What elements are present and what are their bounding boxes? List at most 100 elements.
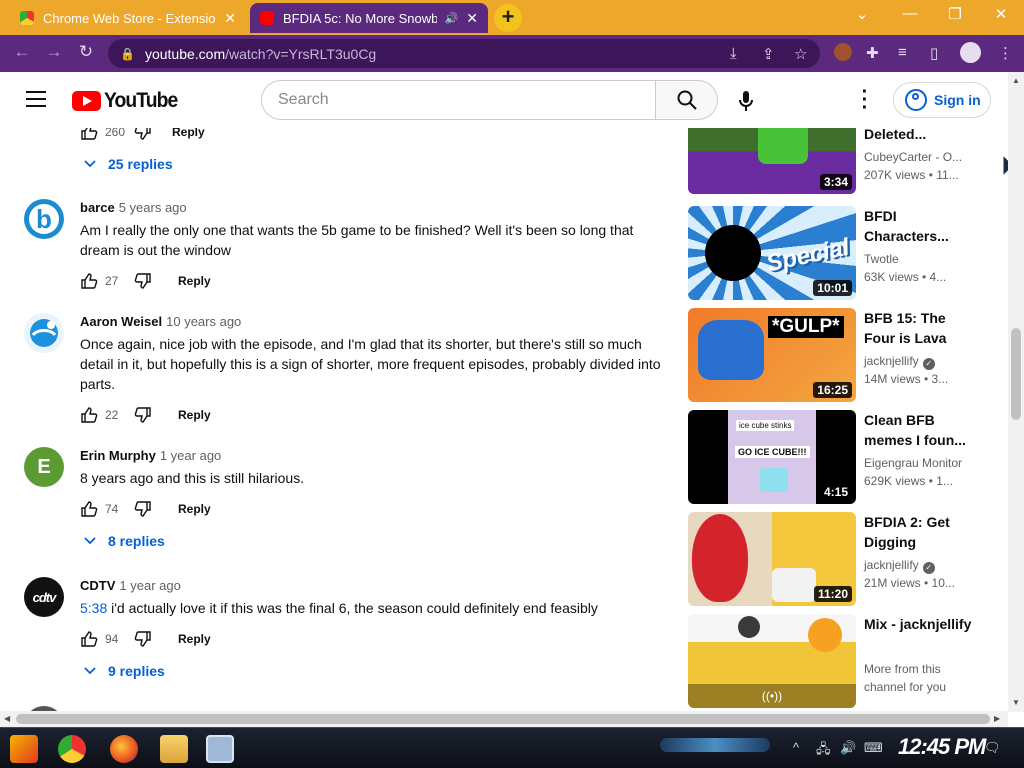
comment-time[interactable]: 1 year ago xyxy=(119,578,180,593)
video-title[interactable]: BFDIA 2: Get Digging xyxy=(864,512,974,552)
scroll-down-arrow-icon[interactable]: ▼ xyxy=(1012,698,1020,707)
reply-button[interactable]: Reply xyxy=(178,632,211,646)
profile-icon[interactable] xyxy=(960,42,981,63)
view-replies-button[interactable]: 8 replies xyxy=(84,533,165,549)
bookmark-star-icon[interactable]: ☆ xyxy=(794,45,807,63)
dislike-icon[interactable] xyxy=(134,500,152,518)
video-thumbnail[interactable]: 3:34 xyxy=(688,128,856,194)
forward-button[interactable]: → xyxy=(42,42,66,62)
related-video[interactable]: Special 10:01 BFDI Characters... Twotle … xyxy=(688,206,998,300)
reply-button[interactable]: Reply xyxy=(178,502,211,516)
video-title[interactable]: Clean BFB memes I foun... xyxy=(864,410,974,450)
like-icon[interactable] xyxy=(80,630,98,648)
control-panel-icon[interactable] xyxy=(206,735,234,763)
like-icon[interactable] xyxy=(80,272,98,290)
video-thumbnail[interactable]: 11:20 xyxy=(688,512,856,606)
channel-name[interactable]: jacknjellify ✓ xyxy=(864,354,935,370)
chrome-menu-icon[interactable]: ⋮ xyxy=(998,44,1013,62)
vertical-scrollbar[interactable]: ▲ ▼ xyxy=(1008,72,1024,712)
related-video[interactable]: 11:20 BFDIA 2: Get Digging jacknjellify ✓… xyxy=(688,512,998,606)
extension-avatar-icon[interactable] xyxy=(834,43,852,61)
reply-button[interactable]: Reply xyxy=(172,128,205,139)
side-panel-icon[interactable]: ▯ xyxy=(930,44,938,62)
comment-time[interactable]: 5 years ago xyxy=(119,200,187,215)
video-title[interactable]: Mix - jacknjellify xyxy=(864,614,974,634)
tab-chrome-web-store[interactable]: Chrome Web Store - Extensions ✕ xyxy=(10,3,246,33)
reply-button[interactable]: Reply xyxy=(178,408,211,422)
start-button[interactable] xyxy=(10,735,38,763)
scrollbar-thumb[interactable] xyxy=(16,714,990,724)
guide-menu-icon[interactable] xyxy=(26,91,46,112)
voice-search-icon[interactable] xyxy=(736,90,756,112)
video-thumbnail[interactable]: Special 10:01 xyxy=(688,206,856,300)
video-title[interactable]: BFDI Characters... xyxy=(864,206,974,246)
address-bar[interactable]: 🔒 youtube.com/watch?v=YrsRLT3u0Cg ⤓ ⇪ ☆ xyxy=(108,39,820,68)
firefox-taskbar-icon[interactable] xyxy=(110,735,138,763)
like-icon[interactable] xyxy=(80,406,98,424)
network-icon[interactable]: 🖧 xyxy=(816,740,831,762)
comment-author[interactable]: CDTV xyxy=(80,578,115,593)
avatar[interactable]: b xyxy=(24,199,64,239)
comment-author[interactable]: Aaron Weisel xyxy=(80,314,162,329)
dislike-icon[interactable] xyxy=(134,128,152,141)
view-replies-button[interactable]: 25 replies xyxy=(84,156,173,172)
extensions-puzzle-icon[interactable]: ✚ xyxy=(866,44,879,62)
tab-search-chevron-icon[interactable]: ⌄ xyxy=(842,5,882,23)
youtube-logo[interactable]: YouTube xyxy=(72,89,184,113)
comment-time[interactable]: 10 years ago xyxy=(166,314,241,329)
avatar[interactable]: cdtv xyxy=(24,577,64,617)
channel-name[interactable]: CubeyCarter - O... xyxy=(864,150,962,164)
scroll-right-arrow-icon[interactable]: ▶ xyxy=(994,714,1000,723)
dislike-icon[interactable] xyxy=(134,406,152,424)
speaker-icon[interactable]: 🔊 xyxy=(445,12,459,25)
media-controls-icon[interactable]: ≡ xyxy=(898,44,907,61)
search-input[interactable]: Search xyxy=(261,80,657,120)
video-thumbnail[interactable]: ((•)) xyxy=(688,614,856,708)
video-thumbnail[interactable]: *GULP* 16:25 xyxy=(688,308,856,402)
keyboard-icon[interactable]: ⌨ xyxy=(864,740,883,756)
share-icon[interactable]: ⇪ xyxy=(762,45,775,63)
related-video[interactable]: ice cube stinks GO ICE CUBE!!! 4:15 Clea… xyxy=(688,410,998,504)
comment-author[interactable]: Erin Murphy xyxy=(80,448,156,463)
chrome-taskbar-icon[interactable] xyxy=(58,735,86,763)
file-explorer-icon[interactable] xyxy=(160,735,188,763)
minimize-button[interactable]: — xyxy=(890,5,930,22)
channel-name[interactable]: jacknjellify ✓ xyxy=(864,558,935,574)
taskbar-clock[interactable]: 12:45 PM xyxy=(898,734,986,760)
notifications-icon[interactable]: 🗨 xyxy=(984,740,1001,756)
back-button[interactable]: ← xyxy=(10,42,34,62)
video-thumbnail[interactable]: ice cube stinks GO ICE CUBE!!! 4:15 xyxy=(688,410,856,504)
video-title[interactable]: Deleted... xyxy=(864,128,974,144)
close-tab-icon[interactable]: ✕ xyxy=(224,10,236,27)
volume-icon[interactable]: 🔊 xyxy=(840,740,856,756)
video-timestamp-link[interactable]: 5:38 xyxy=(80,600,107,616)
related-video-mix[interactable]: ((•)) Mix - jacknjellify More from this … xyxy=(688,614,998,708)
view-replies-button[interactable]: 9 replies xyxy=(84,663,165,679)
like-icon[interactable] xyxy=(80,500,98,518)
scroll-up-arrow-icon[interactable]: ▲ xyxy=(1012,76,1020,85)
tray-chevron-icon[interactable]: ^ xyxy=(793,740,799,755)
reload-button[interactable]: ↻ xyxy=(74,42,98,62)
close-tab-icon[interactable]: ✕ xyxy=(466,10,478,27)
dislike-icon[interactable] xyxy=(134,630,152,648)
settings-menu-icon[interactable]: · · · xyxy=(860,82,870,118)
channel-name[interactable]: Twotle xyxy=(864,252,899,266)
tab-youtube-video[interactable]: BFDIA 5c: No More Snowball Fights 🔊 ✕ xyxy=(250,3,488,33)
install-app-icon[interactable]: ⤓ xyxy=(730,45,737,62)
avatar[interactable] xyxy=(24,313,64,353)
dislike-icon[interactable] xyxy=(134,272,152,290)
like-icon[interactable] xyxy=(80,128,98,141)
related-video[interactable]: 3:34 Deleted... CubeyCarter - O... 207K … xyxy=(688,128,998,194)
close-window-button[interactable]: ✕ xyxy=(981,5,1021,23)
scrollbar-thumb[interactable] xyxy=(1011,328,1021,420)
scroll-left-arrow-icon[interactable]: ◀ xyxy=(4,714,10,723)
lock-icon[interactable]: 🔒 xyxy=(120,47,135,61)
maximize-button[interactable]: ❐ xyxy=(935,5,975,23)
comment-author[interactable]: barce xyxy=(80,200,115,215)
sign-in-button[interactable]: Sign in xyxy=(893,82,991,118)
related-video[interactable]: *GULP* 16:25 BFB 15: The Four is Lava ja… xyxy=(688,308,998,402)
new-tab-button[interactable]: + xyxy=(494,4,522,32)
avatar[interactable]: E xyxy=(24,447,64,487)
channel-name[interactable]: Eigengrau Monitor xyxy=(864,456,962,470)
search-button[interactable] xyxy=(655,80,718,120)
